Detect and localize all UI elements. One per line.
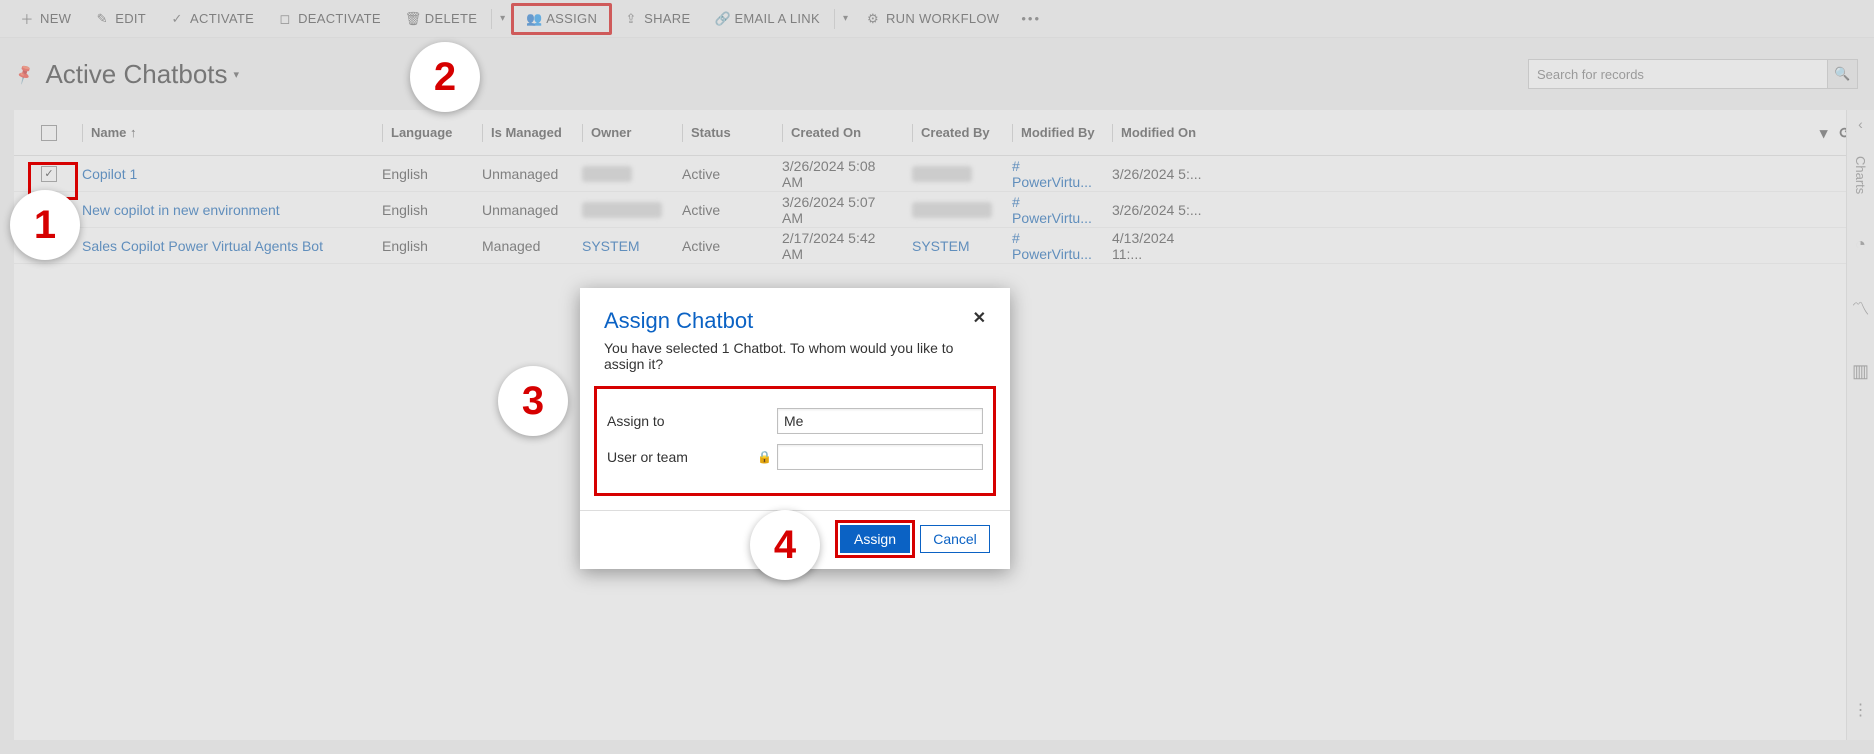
chevron-down-icon: ▾ xyxy=(234,68,240,81)
row-checkbox[interactable]: ✓ xyxy=(41,166,57,182)
edit-button[interactable]: ✎EDIT xyxy=(83,1,158,37)
search-input[interactable] xyxy=(1528,59,1828,89)
user-team-input[interactable] xyxy=(777,444,983,470)
record-link[interactable]: Copilot 1 xyxy=(82,166,137,182)
created-by-redacted: . xyxy=(912,202,992,218)
cancel-button[interactable]: Cancel xyxy=(920,525,990,553)
charts-label[interactable]: Charts xyxy=(1853,156,1868,194)
col-header-modified-by[interactable]: Modified By xyxy=(1004,124,1104,142)
table-row[interactable]: Sales Copilot Power Virtual Agents Bot E… xyxy=(14,228,1860,264)
pin-icon[interactable]: 📌 xyxy=(13,62,37,85)
assign-confirm-button[interactable]: Assign xyxy=(840,525,910,553)
col-header-name[interactable]: Name ↑ xyxy=(74,124,374,142)
lock-icon: 🔒 xyxy=(757,450,771,464)
overflow-button[interactable]: ••• xyxy=(1011,11,1051,26)
assign-to-input[interactable] xyxy=(777,408,983,434)
pie-chart-icon[interactable]: ◔ xyxy=(1855,234,1866,255)
col-header-owner[interactable]: Owner xyxy=(574,124,674,142)
activate-button[interactable]: ✓ACTIVATE xyxy=(158,1,266,37)
modified-by-link[interactable]: # PowerVirtu... xyxy=(1012,194,1096,226)
col-header-modified-on[interactable]: Modified On xyxy=(1104,124,1214,142)
delete-dropdown[interactable]: ▾ xyxy=(494,13,511,24)
rail-more-icon[interactable]: ⋮ xyxy=(1853,700,1869,720)
select-all-checkbox[interactable] xyxy=(41,125,57,141)
separator xyxy=(491,9,492,29)
col-header-created-by[interactable]: Created By xyxy=(904,124,1004,142)
command-bar: ＋NEW ✎EDIT ✓ACTIVATE ◻DEACTIVATE 🗑DELETE… xyxy=(0,0,1874,38)
dialog-subtitle: You have selected 1 Chatbot. To whom wou… xyxy=(580,340,1010,380)
trash-icon: 🗑 xyxy=(405,11,419,27)
check-icon: ✓ xyxy=(170,11,184,27)
record-link[interactable]: Sales Copilot Power Virtual Agents Bot xyxy=(82,238,323,254)
user-team-label: User or team xyxy=(607,449,757,465)
modified-by-link[interactable]: # PowerVirtu... xyxy=(1012,230,1096,262)
collapse-rail-icon[interactable]: ‹ xyxy=(1858,116,1863,132)
email-dropdown[interactable]: ▾ xyxy=(837,13,854,24)
bar-chart-icon[interactable]: ▥ xyxy=(1852,361,1869,382)
charts-rail: ‹ Charts ◔ 〽 ▥ ⋮ xyxy=(1846,110,1874,740)
dialog-form: Assign to User or team 🔒 xyxy=(594,386,996,496)
assign-to-label: Assign to xyxy=(607,413,757,429)
deactivate-button[interactable]: ◻DEACTIVATE xyxy=(266,1,393,37)
annotation-callout-4: 4 xyxy=(750,510,820,580)
record-link[interactable]: New copilot in new environment xyxy=(82,202,280,218)
owner-redacted: . xyxy=(582,166,632,182)
run-workflow-button[interactable]: ⚙RUN WORKFLOW xyxy=(854,1,1011,37)
delete-button[interactable]: 🗑DELETE xyxy=(393,1,489,37)
table-row[interactable]: New copilot in new environment English U… xyxy=(14,192,1860,228)
people-icon: 👥 xyxy=(526,11,540,27)
col-header-is-managed[interactable]: Is Managed xyxy=(474,124,574,142)
col-header-language[interactable]: Language xyxy=(374,124,474,142)
filter-icon[interactable]: ▾ xyxy=(1820,124,1828,142)
created-by-redacted: . xyxy=(912,166,972,182)
dialog-title: Assign Chatbot xyxy=(604,308,753,334)
plus-icon: ＋ xyxy=(20,9,34,28)
share-button[interactable]: ⇪SHARE xyxy=(612,1,702,37)
email-link-button[interactable]: 🔗EMAIL A LINK xyxy=(702,1,832,37)
assign-button[interactable]: 👥ASSIGN xyxy=(511,3,612,35)
deactivate-icon: ◻ xyxy=(278,11,292,27)
new-button[interactable]: ＋NEW xyxy=(8,1,83,37)
annotation-callout-1: 1 xyxy=(10,190,80,260)
view-selector[interactable]: Active Chatbots ▾ xyxy=(45,59,239,90)
area-chart-icon[interactable]: 〽 xyxy=(1852,295,1870,321)
table-row[interactable]: ✓ Copilot 1 English Unmanaged . Active 3… xyxy=(14,156,1860,192)
share-icon: ⇪ xyxy=(624,11,638,27)
grid-header-row: Name ↑ Language Is Managed Owner Status … xyxy=(14,110,1860,156)
annotation-callout-3: 3 xyxy=(498,366,568,436)
gear-icon: ⚙ xyxy=(866,11,880,27)
created-by-link[interactable]: SYSTEM xyxy=(912,238,970,254)
modified-by-link[interactable]: # PowerVirtu... xyxy=(1012,158,1096,190)
view-header: 📌 Active Chatbots ▾ 🔍 xyxy=(0,38,1874,110)
owner-redacted: . xyxy=(582,202,662,218)
owner-link[interactable]: SYSTEM xyxy=(582,238,640,254)
pencil-icon: ✎ xyxy=(95,11,109,27)
annotation-callout-2: 2 xyxy=(410,42,480,112)
separator xyxy=(834,9,835,29)
link-icon: 🔗 xyxy=(714,11,728,27)
view-title-text: Active Chatbots xyxy=(45,59,227,90)
col-header-created-on[interactable]: Created On xyxy=(774,124,904,142)
close-icon[interactable]: ✕ xyxy=(973,308,986,328)
col-header-status[interactable]: Status xyxy=(674,124,774,142)
search-icon: 🔍 xyxy=(1834,66,1850,82)
search-button[interactable]: 🔍 xyxy=(1828,59,1858,89)
